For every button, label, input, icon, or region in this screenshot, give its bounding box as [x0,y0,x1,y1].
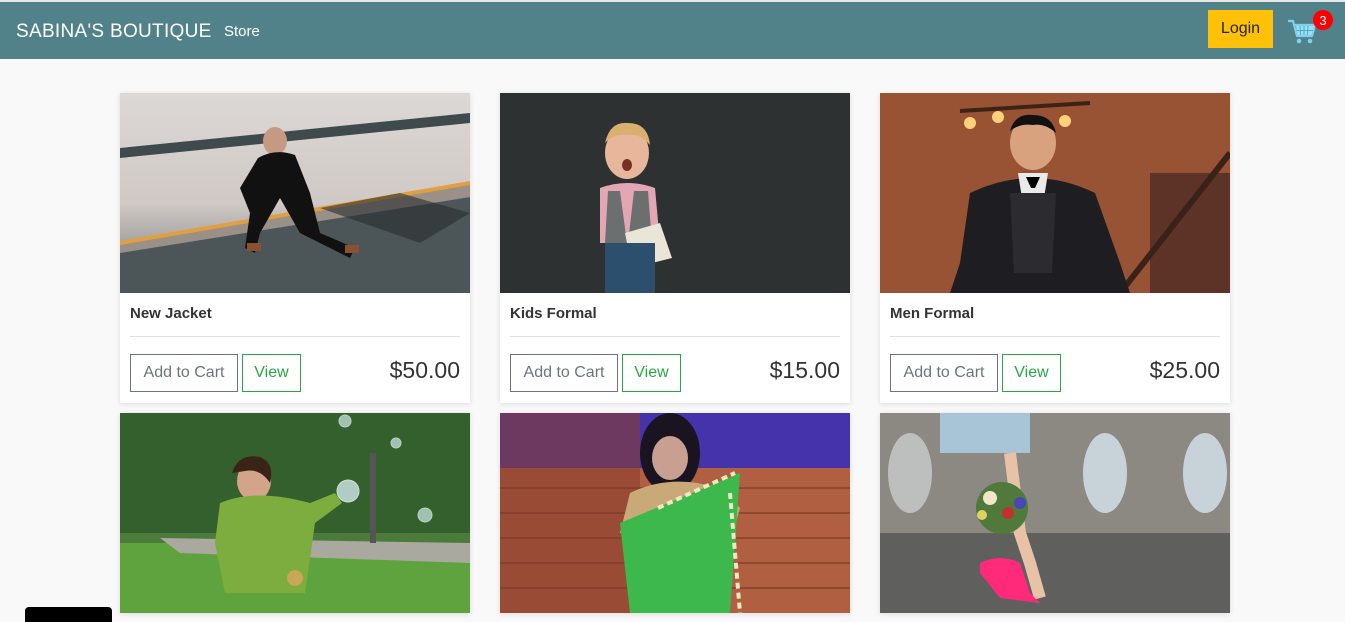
product-price: $50.00 [389,357,460,383]
add-to-cart-button[interactable]: Add to Cart [510,354,618,392]
navbar: SABINA'S BOUTIQUE Store [0,2,1345,59]
product-title: New Jacket [130,293,460,337]
product-image[interactable] [120,413,470,613]
product-image[interactable] [500,413,850,613]
nav-link-store[interactable]: Store [224,23,260,40]
product-card: Kids Formal Add to Cart View $15.00 [500,93,850,403]
view-button[interactable]: View [242,354,301,392]
brand-logo[interactable]: SABINA'S BOUTIQUE [16,21,212,43]
product-price: $15.00 [769,357,840,383]
cart-count-badge: 3 [1313,10,1333,30]
view-button[interactable]: View [1002,354,1061,392]
product-card [500,413,850,613]
product-card [880,413,1230,613]
product-image[interactable] [880,93,1230,293]
product-image[interactable] [120,93,470,293]
product-card: Men Formal Add to Cart View $25.00 [880,93,1230,403]
product-title: Kids Formal [510,293,840,337]
product-image[interactable] [500,93,850,293]
product-image[interactable] [880,413,1230,613]
product-price: $25.00 [1149,357,1220,383]
login-button[interactable]: Login [1208,10,1273,48]
view-button[interactable]: View [622,354,681,392]
add-to-cart-button[interactable]: Add to Cart [130,354,238,392]
product-card: New Jacket Add to Cart View $50.00 [120,93,470,403]
product-card [120,413,470,613]
product-title: Men Formal [890,293,1220,337]
bottom-overlay-widget[interactable] [25,607,112,622]
add-to-cart-button[interactable]: Add to Cart [890,354,998,392]
